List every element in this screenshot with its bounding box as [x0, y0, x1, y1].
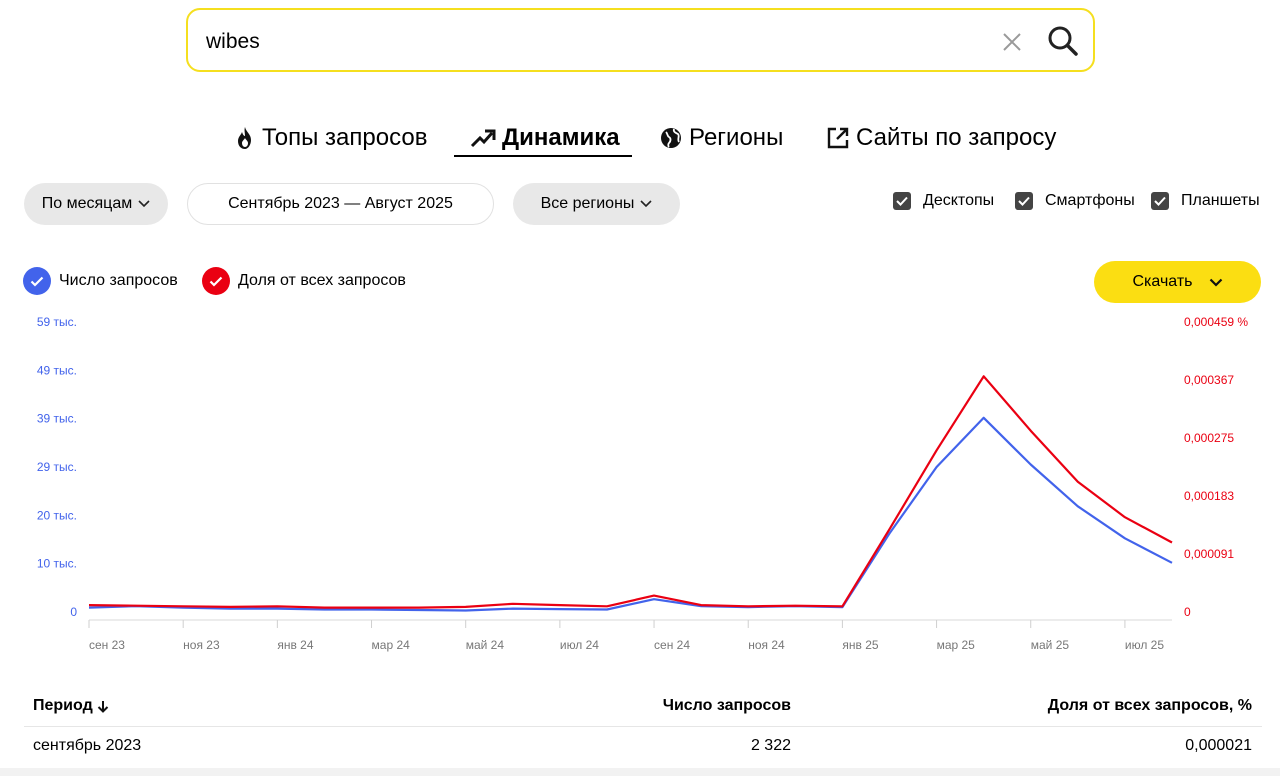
checkbox-checked-icon — [1015, 192, 1033, 210]
header-period: Период — [33, 697, 93, 714]
series-line-requests — [88, 416, 1173, 612]
search-input[interactable] — [204, 26, 968, 58]
tab-regions[interactable]: Регионы — [659, 118, 783, 158]
checkbox-checked-icon — [893, 192, 911, 210]
right-axis-tick-label: 0,000183 — [1184, 489, 1234, 503]
x-axis-tick-label: сен 23 — [89, 638, 125, 652]
left-axis-tick-label: 10 тыс. — [37, 557, 77, 571]
globe-icon — [661, 128, 681, 148]
tab-label: Сайты по запросу — [856, 124, 1057, 151]
dynamics-chart: 0 10 тыс. 20 тыс. 29 тыс. 39 тыс. 49 тыс. 59 т… — [37, 315, 1249, 652]
date-range-picker[interactable]: Сентябрь 2023 — Август 2025 — [187, 183, 494, 225]
device-checkbox-desktop[interactable]: Десктопы — [893, 192, 994, 210]
left-axis-tick-label: 29 тыс. — [37, 460, 77, 474]
header-requests: Число запросов — [662, 697, 791, 714]
table-bottom-strip — [0, 768, 1280, 776]
device-checkbox-smartphone[interactable]: Смартфоны — [1015, 192, 1135, 210]
x-axis-tick-label: май 25 — [1031, 638, 1070, 652]
table-row: сентябрь 2023 2 322 0,000021 — [24, 735, 1262, 765]
x-axis-tick-label: июл 24 — [560, 638, 599, 652]
device-label: Планшеты — [1181, 192, 1260, 209]
right-axis-tick-label: 0,000091 — [1184, 547, 1234, 561]
x-axis-tick-label: ноя 24 — [748, 638, 785, 652]
header-share: Доля от всех запросов, % — [1047, 697, 1252, 714]
chevron-down-icon — [640, 200, 652, 208]
cell-requests: 2 322 — [750, 737, 791, 754]
left-axis-tick-label: 0 — [70, 605, 77, 619]
fire-icon — [238, 127, 251, 149]
left-axis-tick-label: 20 тыс. — [37, 508, 77, 522]
check-circle-icon — [23, 267, 51, 295]
left-axis-tick-label: 59 тыс. — [37, 315, 77, 329]
x-axis-tick-label: мар 25 — [937, 638, 976, 652]
tab-label: Топы запросов — [262, 124, 428, 151]
download-label: Скачать — [1132, 273, 1193, 290]
trend-up-icon — [470, 129, 496, 148]
search-icon[interactable] — [1046, 24, 1080, 58]
legend-label: Доля от всех запросов — [238, 272, 406, 289]
tab-dynamics[interactable]: Динамика — [470, 118, 620, 158]
right-axis-tick-label: 0 — [1184, 605, 1191, 619]
nav-tabs: Топы запросов Динамика Регионы Сайты по … — [0, 118, 1280, 162]
regions-select[interactable]: Все регионы — [513, 183, 680, 225]
search-box[interactable] — [186, 8, 1095, 72]
chevron-down-icon — [138, 200, 150, 208]
right-axis-tick-label: 0,000459 % — [1184, 315, 1248, 329]
device-label: Смартфоны — [1045, 192, 1135, 209]
right-axis-tick-label: 0,000367 — [1184, 373, 1234, 387]
download-button[interactable]: Скачать — [1094, 261, 1261, 303]
external-link-icon — [827, 127, 849, 149]
x-axis-tick-label: май 24 — [466, 638, 505, 652]
arrow-down-icon — [97, 700, 108, 713]
sort-period-header[interactable]: Период — [33, 697, 109, 715]
legend-label: Число запросов — [59, 272, 178, 289]
x-axis-tick-label: сен 24 — [654, 638, 690, 652]
granularity-label: По месяцам — [41, 195, 133, 212]
cell-share: 0,000021 — [1185, 737, 1252, 754]
device-label: Десктопы — [923, 192, 995, 209]
regions-label: Все регионы — [540, 195, 635, 212]
checkbox-checked-icon — [1151, 192, 1169, 210]
cell-period: сентябрь 2023 — [33, 737, 142, 754]
x-axis-tick-label: июл 25 — [1125, 638, 1164, 652]
series-line-share — [88, 375, 1173, 609]
legend-requests-toggle[interactable]: Число запросов — [23, 267, 178, 295]
x-axis-tick-label: янв 25 — [842, 638, 879, 652]
right-axis-tick-label: 0,000275 — [1184, 431, 1234, 445]
tab-sites[interactable]: Сайты по запросу — [826, 118, 1056, 158]
left-axis-tick-label: 39 тыс. — [37, 412, 77, 426]
tab-label: Регионы — [689, 124, 784, 151]
legend-share-toggle[interactable]: Доля от всех запросов — [202, 267, 406, 295]
x-axis-tick-label: мар 24 — [372, 638, 411, 652]
check-circle-icon — [202, 267, 230, 295]
device-checkbox-tablet[interactable]: Планшеты — [1151, 192, 1260, 210]
date-range-label: Сентябрь 2023 — Август 2025 — [228, 195, 453, 212]
left-axis-tick-label: 49 тыс. — [37, 363, 77, 377]
chevron-down-icon — [1209, 278, 1222, 287]
tab-top-queries[interactable]: Топы запросов — [234, 118, 427, 158]
active-tab-underline — [454, 155, 632, 157]
tab-label: Динамика — [502, 124, 620, 151]
granularity-select[interactable]: По месяцам — [24, 183, 168, 225]
x-axis-tick-label: янв 24 — [277, 638, 314, 652]
x-axis-tick-label: ноя 23 — [183, 638, 220, 652]
divider — [24, 726, 1262, 727]
clear-icon[interactable] — [1000, 30, 1024, 54]
table-header: Период Число запросов Доля от всех запро… — [24, 697, 1262, 725]
